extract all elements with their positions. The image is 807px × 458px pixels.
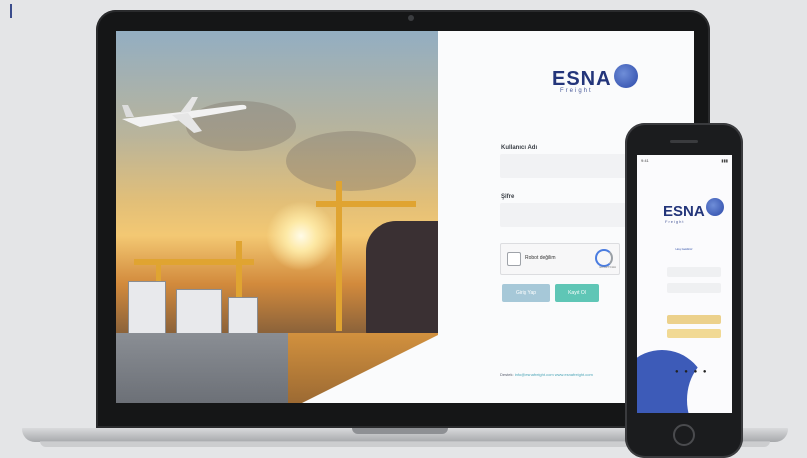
battery-icon: ▮▮▮ xyxy=(721,158,728,163)
phone-login-button[interactable] xyxy=(667,315,721,324)
password-label: Şifre xyxy=(501,194,515,200)
phone-status-bar: 9:41 ▮▮▮ xyxy=(637,155,732,165)
phone-screen: 9:41 ▮▮▮ ESNA Freight Hoş Geldiniz ● ● ●… xyxy=(637,155,732,413)
globe-icon xyxy=(614,64,638,88)
phone-brand-tagline: Freight xyxy=(665,219,685,224)
cloud xyxy=(286,131,416,191)
brand-tagline: Freight xyxy=(560,88,593,94)
corner-mark xyxy=(10,4,12,18)
ship xyxy=(366,221,438,341)
phone-username-field[interactable] xyxy=(667,267,721,277)
captcha-checkbox[interactable] xyxy=(507,252,521,266)
home-button[interactable] xyxy=(673,424,695,446)
username-field[interactable] xyxy=(500,154,626,178)
captcha-badge: reCAPTCHA xyxy=(598,265,616,269)
airplane-icon xyxy=(122,97,247,133)
footer: Destek: info@esnafreight.com www.esnafre… xyxy=(500,372,593,377)
footer-prefix: Destek: xyxy=(500,372,514,377)
crane xyxy=(316,201,416,207)
phone-heading: Hoş Geldiniz xyxy=(675,247,693,251)
captcha-label: Robot değilim xyxy=(525,255,556,261)
photo-diagonal xyxy=(302,331,446,403)
username-label: Kullanıcı Adı xyxy=(501,145,538,151)
brand-logo: ESNA Freight xyxy=(552,60,642,96)
password-field[interactable] xyxy=(500,203,626,227)
status-time: 9:41 xyxy=(641,158,649,163)
signup-button[interactable]: Kayıt Ol xyxy=(555,284,599,302)
phone-signup-button[interactable] xyxy=(667,329,721,338)
phone-password-field[interactable] xyxy=(667,283,721,293)
camera-icon xyxy=(408,15,414,21)
phone-brand-name: ESNA xyxy=(663,203,705,220)
laptop-base-notch xyxy=(352,428,448,434)
phone-speaker xyxy=(670,140,698,143)
login-button[interactable]: Giriş Yap xyxy=(502,284,550,302)
footer-link-email[interactable]: info@esnafreight.com xyxy=(515,372,554,377)
globe-icon xyxy=(706,198,724,216)
sun xyxy=(266,201,336,271)
captcha-widget[interactable]: Robot değilim reCAPTCHA xyxy=(500,243,620,275)
footer-link-web[interactable]: www.esnafreight.com xyxy=(555,372,593,377)
social-icons[interactable]: ● ● ● ● xyxy=(675,369,709,375)
